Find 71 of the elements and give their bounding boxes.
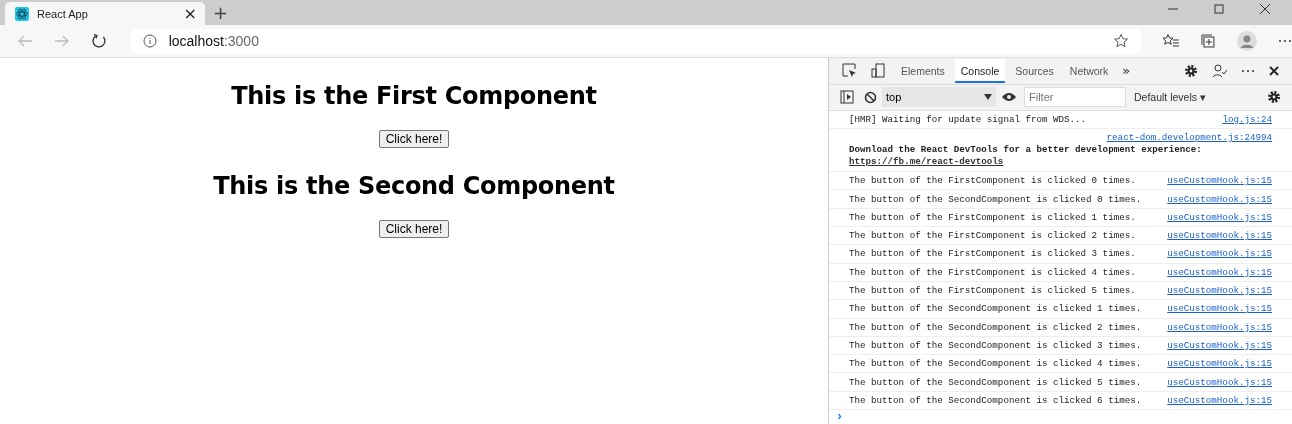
source-link[interactable]: useCustomHook.js:15 — [1167, 285, 1272, 297]
source-link[interactable]: useCustomHook.js:15 — [1167, 266, 1272, 278]
close-tab-button[interactable]: × — [183, 4, 197, 23]
console-message: The button of the SecondComponent is clicked 3 times. — [849, 339, 1142, 351]
profile-avatar-icon[interactable] — [1237, 31, 1258, 51]
eye-icon[interactable] — [1001, 92, 1017, 103]
browser-tab[interactable]: React App × — [5, 2, 205, 25]
more-tabs-button[interactable]: » — [1118, 63, 1135, 79]
console-message: The button of the SecondComponent is clicked 5 times. — [849, 376, 1142, 388]
dropdown-caret-icon — [984, 94, 992, 101]
component-heading: This is the First Component — [231, 82, 597, 110]
star-icon[interactable] — [1112, 33, 1129, 49]
source-link[interactable]: useCustomHook.js:15 — [1167, 211, 1272, 223]
tab-title: React App — [37, 7, 89, 20]
source-link[interactable]: useCustomHook.js:15 — [1167, 358, 1272, 370]
url-text: localhost:3000 — [168, 33, 259, 49]
source-link[interactable]: useCustomHook.js:15 — [1167, 175, 1272, 187]
new-tab-button[interactable]: + — [205, 2, 237, 23]
console-message: The button of the FirstComponent is clicked 0 times. — [849, 175, 1136, 187]
close-icon[interactable] — [1269, 65, 1279, 76]
feedback-person-icon[interactable] — [1212, 63, 1227, 79]
devtools-link[interactable]: https://fb.me/react-devtools — [849, 156, 1004, 168]
source-link[interactable]: useCustomHook.js:15 — [1167, 321, 1272, 333]
source-link[interactable]: useCustomHook.js:15 — [1167, 230, 1272, 242]
context-dropdown[interactable]: top — [882, 87, 996, 108]
source-link[interactable]: react-dom.development.js:24994 — [1106, 131, 1272, 145]
source-link[interactable]: useCustomHook.js:15 — [1167, 394, 1272, 406]
source-link[interactable]: useCustomHook.js:15 — [1167, 248, 1272, 260]
settings-icon[interactable] — [1184, 63, 1198, 78]
console-message: The button of the SecondComponent is clicked 0 times. — [849, 193, 1142, 205]
maximize-icon[interactable] — [1214, 3, 1224, 14]
click-button[interactable]: Click here! — [378, 130, 450, 148]
settings-icon[interactable] — [1267, 90, 1281, 105]
console-message: The button of the FirstComponent is clicked 3 times. — [849, 248, 1136, 260]
console-prompt[interactable]: › — [829, 410, 844, 424]
inspect-icon[interactable] — [842, 63, 857, 79]
devtools-tab[interactable]: Console — [954, 58, 1006, 83]
console-message: The button of the FirstComponent is clicked 2 times. — [849, 230, 1136, 242]
atom-icon — [15, 6, 29, 21]
clear-console-icon[interactable] — [864, 90, 877, 104]
console-message: The button of the FirstComponent is clicked 5 times. — [849, 285, 1136, 297]
console-message: The button of the SecondComponent is clicked 2 times. — [849, 321, 1142, 333]
info-icon[interactable] — [142, 34, 157, 48]
console-message: The button of the SecondComponent is clicked 6 times. — [849, 394, 1142, 406]
source-link[interactable]: useCustomHook.js:15 — [1167, 303, 1272, 315]
source-link[interactable]: useCustomHook.js:15 — [1167, 193, 1272, 205]
source-link[interactable]: useCustomHook.js:15 — [1167, 376, 1272, 388]
devtools-tab[interactable]: Sources — [1009, 58, 1060, 83]
log-levels-dropdown[interactable]: Default levels ▾ — [1134, 91, 1206, 104]
devtools-tab[interactable]: Network — [1063, 58, 1115, 83]
devtools-tab[interactable]: Elements — [895, 58, 951, 83]
refresh-icon[interactable] — [90, 33, 107, 49]
source-link[interactable]: log.js:24 — [1222, 114, 1272, 125]
console-message: [HMR] Waiting for update signal from WDS... — [849, 114, 1087, 125]
close-icon[interactable] — [1260, 3, 1270, 14]
console-message: Download the React DevTools for a better development experience: https://fb.me/react-devtools — [849, 144, 1203, 169]
device-icon[interactable] — [871, 63, 886, 79]
click-button[interactable]: Click here! — [378, 220, 450, 238]
more-icon[interactable] — [1241, 68, 1255, 73]
filter-field[interactable]: Filter — [1024, 87, 1126, 108]
more-icon[interactable] — [1278, 39, 1292, 43]
collections-icon[interactable] — [1200, 33, 1217, 49]
console-message: The button of the FirstComponent is clicked 4 times. — [849, 266, 1136, 278]
source-link[interactable]: useCustomHook.js:15 — [1167, 339, 1272, 351]
address-bar[interactable]: localhost:3000 — [130, 28, 1141, 54]
console-message: The button of the FirstComponent is clicked 1 times. — [849, 211, 1136, 223]
console-message: The button of the SecondComponent is clicked 1 times. — [849, 303, 1142, 315]
console-message: The button of the SecondComponent is clicked 4 times. — [849, 358, 1142, 370]
component-heading: This is the Second Component — [213, 172, 615, 200]
sidebar-toggle-icon[interactable] — [840, 90, 854, 105]
favorites-icon[interactable] — [1161, 33, 1180, 49]
